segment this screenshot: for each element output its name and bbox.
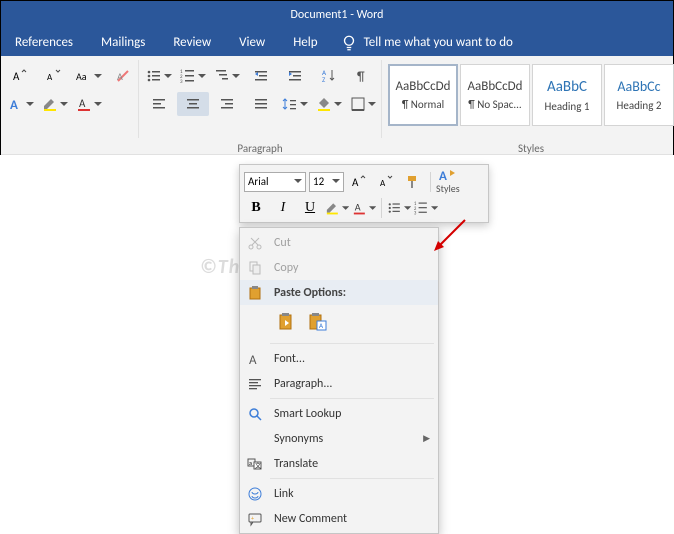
font-group-partial: A A Aa A A A	[1, 60, 139, 138]
sort-button[interactable]: AZ	[313, 64, 345, 88]
style-no-spacing[interactable]: AaBbCcDd ¶ No Spac...	[460, 64, 530, 126]
svg-text:A: A	[10, 98, 18, 112]
numbering-button[interactable]: 123	[177, 64, 209, 88]
paragraph-icon	[244, 375, 266, 393]
align-center-button[interactable]	[177, 92, 209, 116]
mini-highlight[interactable]	[325, 197, 349, 219]
link-icon	[244, 485, 266, 503]
lightbulb-icon	[340, 34, 358, 52]
paste-keep-source[interactable]	[274, 309, 300, 335]
cm-paste-options-header: Paste Options:	[240, 280, 438, 305]
font-color-button[interactable]: A	[73, 92, 105, 116]
decrease-indent-button[interactable]	[245, 64, 277, 88]
shading-button[interactable]	[313, 92, 345, 116]
tab-references[interactable]: References	[1, 29, 87, 56]
svg-text:a: a	[249, 459, 252, 467]
mini-font-color[interactable]: A	[352, 197, 376, 219]
borders-button[interactable]	[347, 92, 379, 116]
paragraph-group-label: Paragraph	[139, 142, 381, 155]
bullets-button[interactable]	[143, 64, 175, 88]
align-right-button[interactable]	[211, 92, 243, 116]
text-effects-button[interactable]: A	[5, 92, 37, 116]
paragraph-group: 123 AZ ¶ Paragraph	[139, 60, 382, 138]
increase-indent-button[interactable]	[279, 64, 311, 88]
mini-grow-font[interactable]: A	[347, 171, 371, 193]
cm-synonyms[interactable]: Synonyms ▶	[240, 426, 438, 451]
clear-formatting-button[interactable]: A	[107, 64, 139, 88]
mini-italic[interactable]: I	[271, 197, 295, 219]
mini-font-name[interactable]: Arial	[244, 172, 306, 192]
tell-me-search[interactable]: Tell me what you want to do	[362, 35, 513, 50]
context-menu: Cut Copy Paste Options: A A Font... Para…	[239, 227, 439, 534]
svg-text:A: A	[47, 72, 53, 83]
style-heading-1[interactable]: AaBbC Heading 1	[532, 64, 602, 126]
ribbon: A A Aa A A A 123	[0, 56, 674, 155]
cm-paragraph[interactable]: Paragraph...	[240, 371, 438, 396]
cm-link[interactable]: Link	[240, 481, 438, 506]
svg-text:3: 3	[414, 211, 417, 216]
paste-text-only[interactable]: A	[304, 309, 330, 335]
translate-icon: a文	[244, 455, 266, 473]
style-normal[interactable]: AaBbCcDd ¶ Normal	[388, 64, 458, 126]
grow-font-button[interactable]: A	[5, 64, 37, 88]
mini-bullets[interactable]	[387, 197, 411, 219]
svg-text:3: 3	[180, 79, 183, 84]
cm-translate[interactable]: a文 Translate	[240, 451, 438, 476]
mini-underline[interactable]: U	[298, 197, 322, 219]
mini-bold[interactable]: B	[244, 197, 268, 219]
cm-smart-lookup[interactable]: Smart Lookup	[240, 401, 438, 426]
styles-group: AaBbCcDd ¶ Normal AaBbCcDd ¶ No Spac... …	[382, 60, 674, 138]
title-bar: Document1 - Word	[0, 0, 674, 29]
svg-text:A: A	[355, 201, 361, 214]
cm-cut[interactable]: Cut	[240, 230, 438, 255]
red-arrow-annotation	[430, 215, 470, 255]
document-name: Document1	[291, 8, 348, 22]
cm-copy[interactable]: Copy	[240, 255, 438, 280]
mini-format-painter[interactable]	[401, 171, 425, 193]
app-name: Word	[357, 8, 384, 22]
mini-styles-button[interactable]: A Styles	[436, 168, 460, 195]
scissors-icon	[244, 234, 266, 252]
tab-mailings[interactable]: Mailings	[87, 29, 159, 56]
svg-text:+: +	[251, 514, 254, 522]
font-icon: A	[244, 350, 266, 368]
tabs-row: References Mailings Review View Help Tel…	[0, 29, 674, 56]
document-area[interactable]: ©TheGeekPage.com Arial 12 A A A Styles B…	[0, 155, 674, 519]
paste-options-row: A	[240, 305, 438, 341]
svg-text:A: A	[249, 353, 257, 367]
chevron-right-icon: ▶	[423, 433, 430, 444]
tab-review[interactable]: Review	[159, 29, 225, 56]
svg-text:A: A	[380, 178, 386, 189]
mini-font-size[interactable]: 12	[309, 172, 344, 192]
svg-text:A: A	[13, 70, 20, 83]
svg-text:¶: ¶	[357, 70, 365, 84]
copy-icon	[244, 259, 266, 277]
styles-group-label: Styles	[382, 142, 674, 155]
cm-font[interactable]: A Font...	[240, 346, 438, 371]
highlight-button[interactable]	[39, 92, 71, 116]
svg-text:A: A	[439, 169, 447, 182]
align-left-button[interactable]	[143, 92, 175, 116]
svg-text:Aa: Aa	[76, 70, 87, 83]
search-icon	[244, 405, 266, 423]
paste-icon	[244, 284, 266, 302]
mini-shrink-font[interactable]: A	[374, 171, 398, 193]
styles-gallery: AaBbCcDd ¶ Normal AaBbCcDd ¶ No Spac... …	[386, 62, 674, 128]
svg-text:A: A	[117, 70, 123, 83]
tab-help[interactable]: Help	[279, 29, 331, 56]
shrink-font-button[interactable]: A	[39, 64, 71, 88]
svg-text:A: A	[352, 176, 359, 189]
style-heading-2[interactable]: AaBbCc Heading 2	[604, 64, 674, 126]
show-marks-button[interactable]: ¶	[347, 64, 379, 88]
tab-view[interactable]: View	[225, 29, 279, 56]
change-case-button[interactable]: Aa	[73, 64, 105, 88]
svg-text:A: A	[79, 97, 86, 110]
multilevel-list-button[interactable]	[211, 64, 243, 88]
svg-text:文: 文	[255, 462, 261, 470]
line-spacing-button[interactable]	[279, 92, 311, 116]
justify-button[interactable]	[245, 92, 277, 116]
